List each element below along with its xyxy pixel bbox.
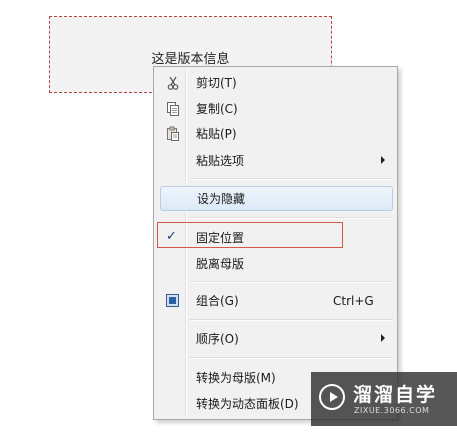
- menu-separator: [190, 217, 393, 219]
- menu-item-copy[interactable]: 复制(C): [156, 98, 395, 120]
- submenu-arrow-icon: [381, 156, 385, 164]
- menu-separator: [190, 281, 393, 283]
- menu-item-label: 转换为动态面板(D): [196, 397, 299, 411]
- text-widget-content: 这是版本信息: [151, 52, 230, 67]
- menu-item-cut[interactable]: 剪切(T): [156, 72, 395, 94]
- menu-item-paste[interactable]: 粘贴(P): [156, 123, 395, 145]
- menu-item-label: 顺序(O): [196, 332, 239, 346]
- menu-item-shortcut: Ctrl+G: [333, 294, 374, 308]
- menu-separator: [190, 319, 393, 321]
- menu-item-label: 剪切(T): [196, 76, 237, 90]
- menu-item-label: 设为隐藏: [197, 192, 246, 206]
- menu-item-label: 粘贴(P): [196, 127, 237, 141]
- watermark-subtitle: ZIXUE.3066.COM: [354, 406, 430, 415]
- menu-item-label: 脱离母版: [196, 257, 245, 271]
- menu-item-order[interactable]: 顺序(O): [156, 328, 395, 350]
- menu-item-label: 复制(C): [196, 102, 238, 116]
- menu-item-group[interactable]: 组合(G) Ctrl+G: [156, 290, 395, 312]
- annotation-highlight-box: [157, 222, 343, 248]
- menu-separator: [190, 357, 393, 359]
- menu-item-label: 转换为母版(M): [196, 371, 276, 385]
- watermark-title: 溜溜自学: [353, 384, 438, 406]
- menu-item-label: 组合(G): [196, 294, 239, 308]
- play-logo-icon: [319, 384, 345, 410]
- watermark: 溜溜自学 ZIXUE.3066.COM: [311, 372, 457, 426]
- menu-separator: [190, 178, 393, 180]
- scissors-icon: [165, 75, 181, 91]
- menu-item-paste-options[interactable]: 粘贴选项: [156, 150, 395, 172]
- menu-item-set-hidden[interactable]: 设为隐藏: [160, 186, 393, 211]
- menu-item-label: 粘贴选项: [196, 154, 245, 168]
- menu-item-detach-master[interactable]: 脱离母版: [156, 253, 395, 275]
- copy-icon: [165, 101, 181, 117]
- group-icon: [166, 294, 179, 307]
- paste-icon: [165, 126, 181, 142]
- submenu-arrow-icon: [381, 334, 385, 342]
